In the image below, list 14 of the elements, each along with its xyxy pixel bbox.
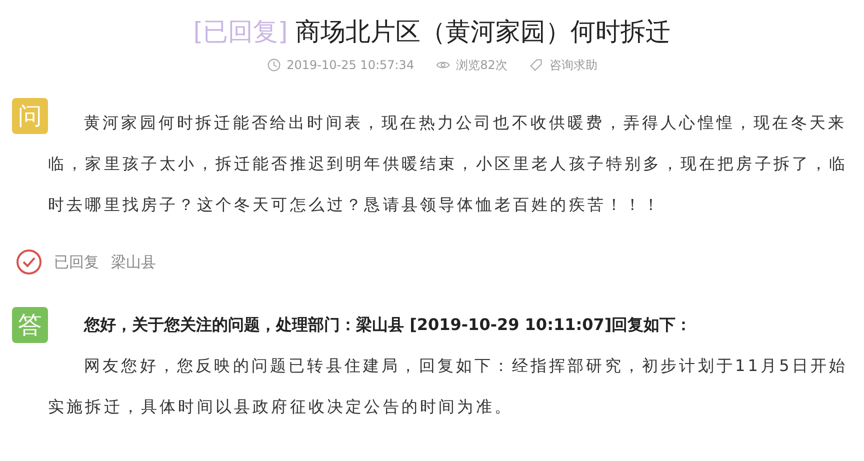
question-badge: 问: [12, 98, 48, 134]
question-text: 黄河家园何时拆迁能否给出时间表，现在热力公司也不收供暖费，弄得人心惶惶，现在冬天来临，家里孩子太小，拆迁能否推迟到明年供暖结束，小区里老人孩子特别多，现在把房子拆了，临时去哪里找房子？这个冬天可怎么过？恳请县领导体恤老百姓的疾苦！！！: [48, 112, 849, 216]
answer-badge: 答: [12, 307, 48, 343]
reply-heading: 您好，关于您关注的问题，处理部门：梁山县 [2019-10-29 10:11:07]回复如下：: [84, 314, 692, 336]
meta-text: 浏览82次: [456, 57, 508, 74]
status-tag: [已回复]: [193, 17, 288, 46]
department-name: 梁山县: [111, 252, 156, 273]
meta-text: 咨询求助: [549, 57, 598, 74]
tag-icon: [529, 58, 544, 72]
post-time: 2019-10-25 10:57:34: [286, 57, 414, 74]
reply-text: 网友您好，您反映的问题已转县住建局，回复如下：经指挥部研究，初步计划于11月5日开始实施拆迁，具体时间以县政府征收决定公告的时间为准。: [48, 355, 849, 418]
clock-icon: [266, 58, 281, 72]
status-label: 已回复: [54, 252, 99, 273]
page-title: 商场北片区（黄河家园）何时拆迁: [296, 17, 671, 46]
